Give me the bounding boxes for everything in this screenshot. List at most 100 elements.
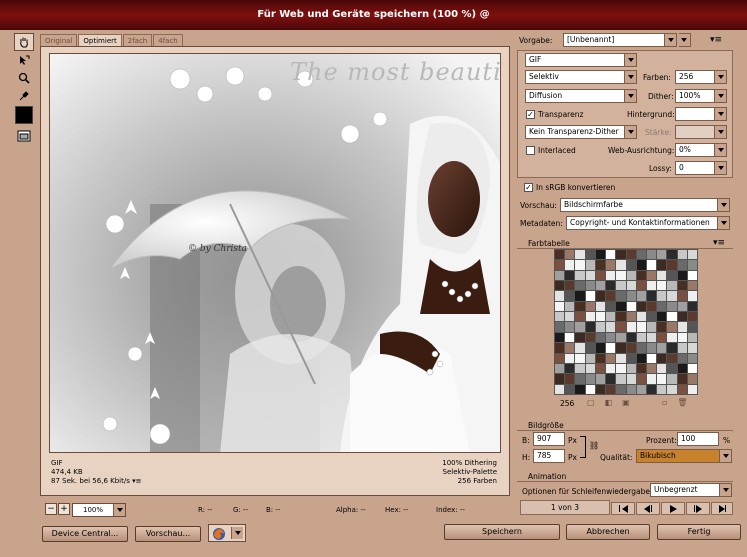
palette-swatch[interactable]: [585, 374, 595, 384]
palette-swatch[interactable]: [677, 384, 687, 394]
palette-swatch[interactable]: [677, 260, 687, 270]
palette-swatch[interactable]: [687, 301, 697, 312]
palette-swatch[interactable]: [575, 270, 585, 281]
palette-swatch[interactable]: [677, 281, 687, 291]
palette-swatch[interactable]: [657, 291, 667, 301]
fertig-button[interactable]: Fertig: [657, 524, 741, 540]
palette-swatch[interactable]: [677, 353, 687, 363]
palette-swatch[interactable]: [616, 312, 626, 322]
palette-swatch[interactable]: [595, 353, 606, 363]
palette-swatch[interactable]: [595, 260, 606, 270]
palette-swatch[interactable]: [626, 301, 636, 312]
tab-4fach[interactable]: 4fach: [153, 34, 183, 46]
palette-swatch[interactable]: [565, 363, 575, 374]
palette-swatch[interactable]: [575, 312, 585, 322]
interlaced-checkbox[interactable]: [526, 146, 535, 155]
palette-swatch[interactable]: [687, 250, 697, 260]
palette-swatch[interactable]: [565, 322, 575, 332]
palette-swatch[interactable]: [595, 270, 606, 281]
delete-color-icon[interactable]: 🗑: [677, 398, 687, 407]
palette-swatch[interactable]: [626, 312, 636, 322]
palette-swatch[interactable]: [657, 384, 667, 394]
palette-swatch[interactable]: [657, 260, 667, 270]
palette-swatch[interactable]: [555, 260, 565, 270]
palette-swatch[interactable]: [646, 353, 657, 363]
panel-menu-icon[interactable]: ▾≡: [710, 35, 722, 45]
palette-swatch[interactable]: [606, 250, 616, 260]
palette-swatch[interactable]: [565, 260, 575, 270]
palette-swatch[interactable]: [595, 374, 606, 384]
palette-swatch[interactable]: [595, 291, 606, 301]
palette-swatch[interactable]: [616, 363, 626, 374]
palette-swatch[interactable]: [616, 374, 626, 384]
palette-swatch[interactable]: [636, 301, 646, 312]
palette-swatch[interactable]: [687, 270, 697, 281]
palette-swatch[interactable]: [646, 250, 657, 260]
palette-swatch[interactable]: [667, 301, 677, 312]
dither-field[interactable]: 100%: [675, 89, 727, 103]
palette-swatch[interactable]: [677, 363, 687, 374]
chevron-down-icon[interactable]: ▾≡: [132, 477, 141, 485]
abbrechen-button[interactable]: Abbrechen: [566, 524, 650, 540]
palette-swatch[interactable]: [585, 291, 595, 301]
palette-swatch[interactable]: [565, 343, 575, 353]
palette-swatch[interactable]: [565, 374, 575, 384]
slice-select-icon[interactable]: [14, 51, 34, 69]
palette-swatch[interactable]: [646, 343, 657, 353]
vorschau-select[interactable]: Bildschirmfarbe: [560, 198, 730, 212]
palette-swatch[interactable]: [565, 384, 575, 394]
palette-swatch[interactable]: [646, 363, 657, 374]
palette-swatch[interactable]: [646, 374, 657, 384]
color-table-grid[interactable]: [554, 249, 698, 395]
palette-swatch[interactable]: [616, 353, 626, 363]
palette-swatch[interactable]: [555, 270, 565, 281]
tab-original[interactable]: Original: [40, 34, 78, 46]
palette-swatch[interactable]: [646, 322, 657, 332]
palette-swatch[interactable]: [667, 322, 677, 332]
palette-swatch[interactable]: [555, 322, 565, 332]
palette-swatch[interactable]: [677, 250, 687, 260]
palette-swatch[interactable]: [585, 270, 595, 281]
palette-swatch[interactable]: [595, 363, 606, 374]
play-button[interactable]: [661, 502, 685, 515]
palette-swatch[interactable]: [555, 374, 565, 384]
palette-swatch[interactable]: [565, 291, 575, 301]
vorschau-button[interactable]: Vorschau...: [135, 526, 201, 542]
tab-2fach[interactable]: 2fach: [122, 34, 153, 46]
palette-swatch[interactable]: [667, 291, 677, 301]
palette-swatch[interactable]: [606, 332, 616, 343]
palette-swatch[interactable]: [667, 332, 677, 343]
first-frame-button[interactable]: [611, 502, 635, 515]
palette-swatch[interactable]: [667, 260, 677, 270]
palette-swatch[interactable]: [565, 250, 575, 260]
palette-swatch[interactable]: [555, 312, 565, 322]
palette-swatch[interactable]: [657, 312, 667, 322]
palette-swatch[interactable]: [616, 250, 626, 260]
web-snap-icon[interactable]: ◧: [605, 398, 613, 407]
palette-swatch[interactable]: [687, 374, 697, 384]
palette-swatch[interactable]: [565, 332, 575, 343]
palette-swatch[interactable]: [585, 312, 595, 322]
palette-swatch[interactable]: [575, 363, 585, 374]
palette-swatch[interactable]: [677, 332, 687, 343]
palette-swatch[interactable]: [667, 363, 677, 374]
browser-select[interactable]: [208, 524, 246, 542]
reduction-select[interactable]: Selektiv: [525, 70, 637, 84]
width-field[interactable]: 907: [533, 432, 565, 446]
zoom-field[interactable]: 100%: [72, 503, 126, 517]
palette-swatch[interactable]: [687, 363, 697, 374]
palette-swatch[interactable]: [555, 281, 565, 291]
hand-icon[interactable]: [14, 33, 34, 51]
qualitat-select[interactable]: Bikubisch: [636, 449, 732, 463]
palette-swatch[interactable]: [677, 374, 687, 384]
web-ausrichtung-field[interactable]: 0%: [675, 143, 727, 157]
vorgabe-menu-button[interactable]: [678, 33, 691, 47]
palette-swatch[interactable]: [677, 301, 687, 312]
palette-swatch[interactable]: [595, 332, 606, 343]
palette-swatch[interactable]: [626, 353, 636, 363]
hintergrund-field[interactable]: [675, 107, 727, 121]
palette-swatch[interactable]: [657, 374, 667, 384]
device-central-button[interactable]: Device Central...: [42, 526, 128, 542]
last-frame-button[interactable]: [711, 502, 733, 515]
palette-swatch[interactable]: [677, 343, 687, 353]
